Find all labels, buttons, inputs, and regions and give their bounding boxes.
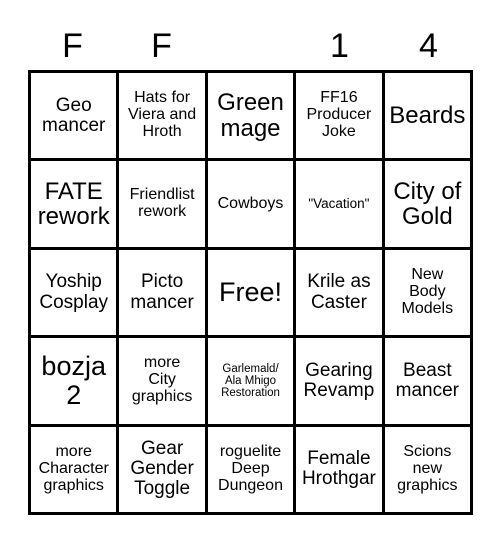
bingo-cell-label: Cowboys [217, 194, 284, 212]
bingo-cell-r1c3[interactable]: Green mage [207, 73, 297, 159]
bingo-cell-r5c3[interactable]: roguelite Deep Dungeon [207, 426, 297, 513]
bingo-card-page: F F 1 4 Geo mancer Hats for Viera and Hr… [0, 0, 501, 544]
bingo-cell-r2c5[interactable]: City of Gold [384, 161, 471, 247]
bingo-cell-label: Green mage [217, 89, 284, 142]
bingo-cell-r4c2[interactable]: more City graphics [119, 338, 208, 424]
bingo-header-row: F F 1 4 [28, 22, 473, 70]
bingo-cell-r1c4[interactable]: FF16 Producer Joke [296, 73, 385, 159]
bingo-header-letter-3 [206, 22, 295, 70]
bingo-cell-label: Geo mancer [42, 94, 106, 136]
bingo-cell-label: FATE rework [37, 177, 110, 231]
bingo-row: more Character graphics Gear Gender Togg… [31, 426, 471, 513]
bingo-cell-r2c4[interactable]: "Vacation" [296, 161, 385, 247]
bingo-cell-r3c5[interactable]: New Body Models [384, 249, 471, 336]
bingo-cell-label: Gear Gender Toggle [130, 438, 194, 500]
bingo-cell-label: FF16 Producer Joke [306, 89, 372, 141]
bingo-cell-r1c5[interactable]: Beards [384, 73, 471, 159]
bingo-cell-label: Friendlist rework [129, 186, 195, 221]
bingo-row: bozja 2 more City graphics Garlemald/ Al… [31, 338, 471, 427]
bingo-header-letter-1: F [62, 27, 83, 65]
bingo-cell-label: City of Gold [393, 177, 462, 231]
bingo-cell-r3c2[interactable]: Picto mancer [119, 249, 208, 336]
bingo-cell-label: Krile as Caster [307, 271, 371, 313]
bingo-cell-label: New Body Models [401, 266, 454, 317]
bingo-cell-free-space[interactable]: Free! [207, 249, 297, 336]
bingo-cell-label: Garlemald/ Ala Mhigo Restoration [221, 362, 280, 400]
bingo-cell-label: Gearing Revamp [303, 359, 375, 401]
bingo-cell-label: roguelite Deep Dungeon [218, 442, 283, 494]
bingo-cell-r2c3[interactable]: Cowboys [207, 161, 297, 247]
bingo-cell-r5c1[interactable]: more Character graphics [31, 426, 120, 513]
bingo-cell-r4c4[interactable]: Gearing Revamp [296, 338, 385, 424]
bingo-cell-label: more City graphics [131, 354, 193, 406]
bingo-header-letter-5: 4 [419, 27, 438, 65]
bingo-cell-label: Female Hrothgar [301, 448, 376, 490]
bingo-cell-label: "Vacation" [308, 195, 370, 211]
bingo-cell-label: Picto mancer [130, 271, 194, 313]
bingo-row: FATE rework Friendlist rework Cowboys "V… [31, 161, 471, 250]
bingo-cell-r3c1[interactable]: Yoship Cosplay [31, 249, 120, 336]
bingo-cell-r4c3[interactable]: Garlemald/ Ala Mhigo Restoration [207, 338, 297, 424]
bingo-cell-r2c1[interactable]: FATE rework [31, 161, 120, 247]
bingo-cell-r5c4[interactable]: Female Hrothgar [296, 426, 385, 513]
bingo-cell-label: Scions new graphics [397, 442, 458, 494]
bingo-cell-label: Free! [219, 277, 283, 308]
bingo-cell-label: more Character graphics [38, 442, 109, 494]
bingo-header-letter-2: F [151, 27, 172, 65]
bingo-cell-r4c1[interactable]: bozja 2 [31, 338, 120, 424]
bingo-cell-label: Beast mancer [395, 359, 459, 401]
bingo-cell-label: Beards [389, 101, 466, 129]
bingo-header-letter-4: 1 [330, 27, 349, 65]
bingo-cell-r1c2[interactable]: Hats for Viera and Hroth [119, 73, 208, 159]
bingo-cell-label: Yoship Cosplay [39, 271, 109, 313]
bingo-cell-r5c5[interactable]: Scions new graphics [384, 426, 471, 513]
bingo-cell-label: bozja 2 [41, 351, 106, 410]
bingo-cell-r5c2[interactable]: Gear Gender Toggle [119, 426, 208, 513]
bingo-cell-label: Hats for Viera and Hroth [128, 89, 197, 141]
bingo-cell-r4c5[interactable]: Beast mancer [384, 338, 471, 424]
bingo-row: Geo mancer Hats for Viera and Hroth Gree… [31, 73, 471, 162]
bingo-cell-r2c2[interactable]: Friendlist rework [119, 161, 208, 247]
bingo-row: Yoship Cosplay Picto mancer Free! Krile … [31, 249, 471, 339]
bingo-cell-r3c4[interactable]: Krile as Caster [296, 249, 385, 336]
bingo-cell-r1c1[interactable]: Geo mancer [31, 73, 120, 159]
bingo-grid: Geo mancer Hats for Viera and Hroth Gree… [28, 70, 473, 515]
